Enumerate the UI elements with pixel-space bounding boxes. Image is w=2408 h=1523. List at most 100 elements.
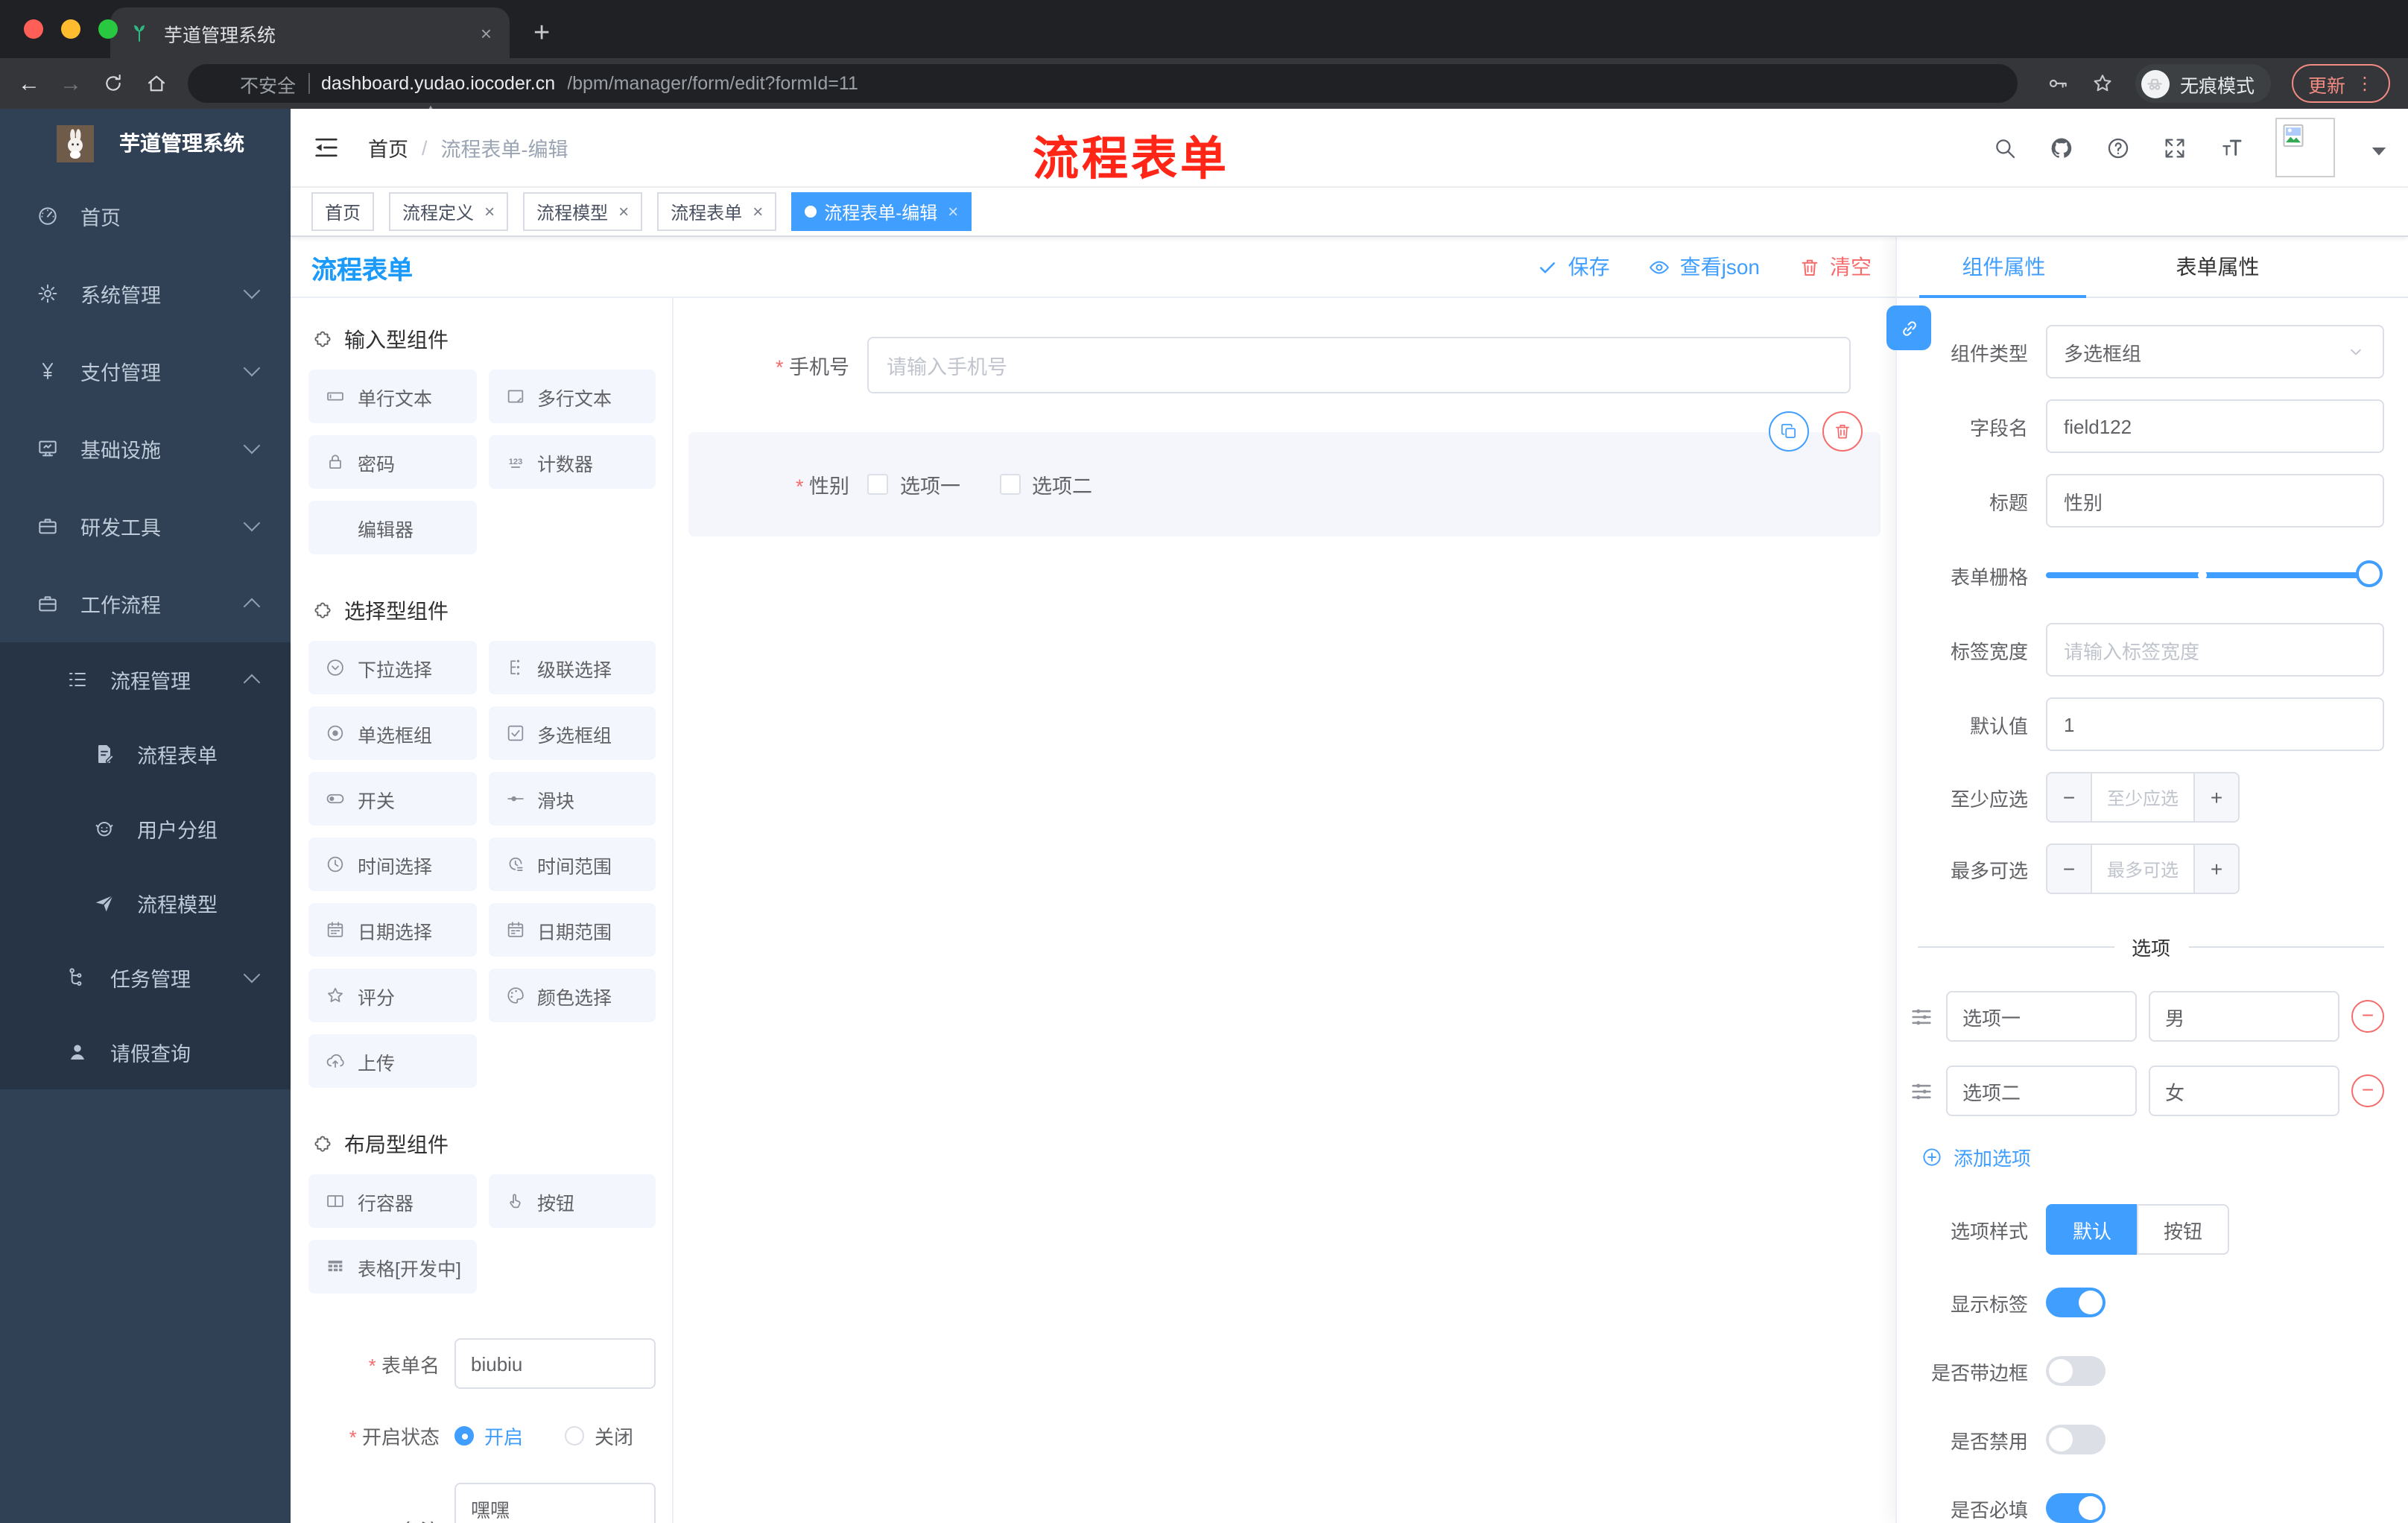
palette-item[interactable]: 日期范围 (488, 903, 656, 957)
palette-item[interactable]: 单选框组 (308, 706, 476, 760)
decrease-button[interactable]: − (2047, 845, 2092, 893)
font-size-icon[interactable] (2219, 135, 2244, 160)
page-tag[interactable]: 流程表单-编辑 × (791, 192, 972, 231)
browser-update-button[interactable]: 更新 ⋮ (2291, 64, 2390, 103)
palette-item[interactable]: 按钮 (488, 1174, 656, 1228)
page-tag[interactable]: 流程定义 × (389, 192, 509, 231)
clear-button[interactable]: 清空 (1799, 252, 1872, 282)
palette-item[interactable]: 评分 (308, 969, 476, 1022)
palette-item[interactable]: 密码 (308, 435, 476, 489)
form-remark-textarea[interactable]: 嘿嘿 (454, 1483, 656, 1523)
sidebar-menu-item[interactable]: 研发工具 (0, 487, 291, 565)
close-window-button[interactable] (24, 19, 43, 39)
help-icon[interactable] (2106, 135, 2131, 160)
toggle-switch[interactable] (2046, 1425, 2106, 1454)
browser-tab[interactable]: 芋道管理系统 × (110, 7, 510, 58)
password-key-icon[interactable] (2046, 72, 2070, 95)
minimize-window-button[interactable] (61, 19, 80, 39)
close-tag-icon[interactable]: × (948, 201, 958, 222)
sidebar-menu-item[interactable]: 用户分组 (0, 791, 291, 866)
remove-option-button[interactable]: − (2351, 1000, 2384, 1033)
close-tag-icon[interactable]: × (752, 201, 763, 222)
option-value-input[interactable]: 男 (2149, 991, 2339, 1042)
field-name-input[interactable]: field122 (2046, 399, 2384, 453)
palette-item[interactable]: 时间选择 (308, 838, 476, 891)
sidebar-menu-item[interactable]: 请假查询 (0, 1015, 291, 1089)
delete-component-button[interactable] (1822, 411, 1863, 452)
avatar-dropdown-icon[interactable] (2366, 139, 2384, 156)
gender-checkbox[interactable]: 选项一 (867, 469, 960, 499)
url-field[interactable]: 不安全 dashboard.yudao.iocoder.cn/bpm/manag… (188, 64, 2018, 103)
decrease-button[interactable]: − (2047, 773, 2092, 821)
close-tag-icon[interactable]: × (484, 201, 495, 222)
option-value-input[interactable]: 女 (2149, 1066, 2339, 1116)
not-secure-icon[interactable] (207, 73, 228, 94)
status-off-radio[interactable]: 关闭 (565, 1422, 633, 1450)
search-icon[interactable] (1992, 135, 2018, 160)
window-controls[interactable] (24, 19, 118, 39)
drag-handle-icon[interactable] (1909, 1004, 1934, 1029)
increase-button[interactable]: + (2193, 773, 2238, 821)
copy-component-button[interactable] (1769, 411, 1809, 452)
sidebar-menu-item[interactable]: 流程管理 (0, 642, 291, 717)
palette-item[interactable]: 单行文本 (308, 370, 476, 423)
sidebar-menu-item[interactable]: 任务管理 (0, 940, 291, 1015)
bookmark-star-icon[interactable] (2091, 72, 2114, 95)
fullscreen-icon[interactable] (2162, 135, 2187, 160)
sidebar-menu-item[interactable]: 基础设施 (0, 410, 291, 487)
breadcrumb-home[interactable]: 首页 (368, 133, 408, 162)
forward-button[interactable]: → (60, 72, 82, 95)
new-tab-button[interactable]: + (533, 19, 550, 48)
close-tag-icon[interactable]: × (618, 201, 629, 222)
label-width-input[interactable]: 请输入标签宽度 (2046, 623, 2384, 677)
tab-form-props[interactable]: 表单属性 (2111, 237, 2325, 297)
github-icon[interactable] (2049, 135, 2074, 160)
palette-item[interactable]: 表格[开发中] (308, 1240, 476, 1294)
palette-item[interactable]: 颜色选择 (488, 969, 656, 1022)
title-input[interactable]: 性别 (2046, 474, 2384, 528)
gender-component-selected[interactable]: 性别 选项一 选项二 (688, 411, 1881, 536)
drag-handle-icon[interactable] (1909, 1078, 1934, 1104)
option-label-input[interactable]: 选项二 (1946, 1066, 2137, 1116)
save-button[interactable]: 保存 (1537, 252, 1610, 282)
remove-option-button[interactable]: − (2351, 1074, 2384, 1107)
sidebar-menu-item[interactable]: 流程模型 (0, 866, 291, 940)
reload-button[interactable] (101, 72, 125, 95)
max-select-input[interactable]: 最多可选 (2092, 845, 2193, 893)
toggle-switch[interactable] (2046, 1493, 2106, 1523)
collapse-sidebar-icon[interactable] (311, 133, 341, 162)
home-button[interactable] (145, 72, 168, 95)
browser-menu-icon[interactable]: ⋮ (2356, 73, 2374, 94)
palette-item[interactable]: 开关 (308, 772, 476, 826)
palette-item[interactable]: 多选框组 (488, 706, 656, 760)
sidebar-menu-item[interactable]: 支付管理 (0, 332, 291, 410)
palette-item[interactable]: 行容器 (308, 1174, 476, 1228)
palette-item[interactable]: 上传 (308, 1034, 476, 1088)
palette-item[interactable]: 日期选择 (308, 903, 476, 957)
palette-item[interactable]: 时间范围 (488, 838, 656, 891)
page-tag[interactable]: 首页 × (311, 192, 375, 231)
palette-item[interactable]: 滑块 (488, 772, 656, 826)
sidebar-menu-item[interactable]: 首页 (0, 177, 291, 255)
palette-item[interactable]: 级联选择 (488, 641, 656, 694)
phone-field-row[interactable]: 手机号 请输入手机号 (674, 337, 1851, 393)
add-option-button[interactable]: 添加选项 (1921, 1143, 2384, 1171)
toggle-switch[interactable] (2046, 1288, 2106, 1317)
sidebar-menu-item[interactable]: 工作流程 (0, 565, 291, 642)
gender-checkbox[interactable]: 选项二 (999, 469, 1092, 499)
status-on-radio[interactable]: 开启 (454, 1422, 523, 1450)
palette-item[interactable]: 计数器 (488, 435, 656, 489)
min-select-input[interactable]: 至少应选 (2092, 773, 2193, 821)
palette-item[interactable]: 编辑器 (308, 501, 476, 554)
option-label-input[interactable]: 选项一 (1946, 991, 2137, 1042)
link-tag[interactable] (1886, 305, 1931, 350)
maximize-window-button[interactable] (98, 19, 118, 39)
sidebar-menu-item[interactable]: 系统管理 (0, 255, 291, 332)
style-button-button[interactable]: 按钮 (2137, 1204, 2230, 1255)
back-button[interactable]: ← (18, 72, 40, 95)
form-name-input[interactable]: biubiu (454, 1338, 656, 1389)
component-type-select[interactable]: 多选框组 (2046, 325, 2384, 379)
close-tab-icon[interactable]: × (481, 22, 492, 44)
slider-handle[interactable] (2356, 560, 2383, 587)
palette-item[interactable]: 多行文本 (488, 370, 656, 423)
